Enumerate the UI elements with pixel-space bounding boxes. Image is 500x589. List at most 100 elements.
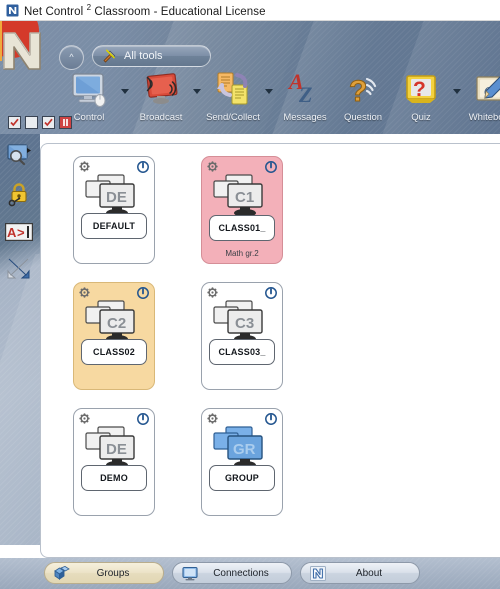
app-logo [0,21,54,79]
power-icon[interactable] [265,287,277,299]
gear-icon[interactable] [79,161,90,172]
ribbon-banner: ^ All tools Control Broadcast Send/Colle… [0,21,500,134]
ribbon-button-question[interactable]: ? Question [334,69,392,133]
group-name: CLASS02 [93,347,135,357]
ribbon-button-group: Control Broadcast Send/Collect A Z Messa… [60,69,500,133]
ribbon-dropdown-control[interactable] [118,69,132,133]
ribbon-button-quiz[interactable]: ? Quiz [392,69,450,133]
ribbon-label-question: Question [343,112,383,123]
title-suffix: Classroom - Educational License [91,5,266,18]
tab-connections[interactable]: Connections [172,562,292,584]
tab-about[interactable]: About [300,562,420,584]
group-badge: C1 [235,189,254,206]
app-n-icon [310,565,326,581]
bottom-tab-group: Groups Connections About [44,562,420,584]
net-control-window: Net Control 2 Classroom - Educational Li… [0,0,500,589]
a-prompt-icon: A > [5,223,33,241]
power-icon[interactable] [137,161,149,173]
svg-text:A: A [7,225,17,240]
ribbon-label-quiz: Quiz [411,112,431,123]
gear-icon[interactable] [79,287,90,298]
groups-cubes-icon [54,565,70,581]
send-collect-icon [210,69,256,111]
group-name-box: GROUP [209,465,275,491]
all-tools-button[interactable]: All tools [92,45,211,67]
checkbox-checked-icon[interactable] [8,116,21,129]
rail-item-command[interactable]: A > [5,218,33,246]
ribbon-button-broadcast[interactable]: Broadcast [132,69,190,133]
group-card-class02[interactable]: C2 CLASS02 [73,282,155,390]
ribbon-button-whiteboard[interactable]: a Whiteboard [464,69,500,133]
power-icon[interactable] [265,161,277,173]
tab-label-groups: Groups [96,567,130,579]
ribbon-button-send-collect[interactable]: Send/Collect [204,69,262,133]
ribbon-label-whiteboard: Whiteboard [468,112,500,123]
group-name-box: CLASS03_ [209,339,275,365]
group-name-box: DEFAULT [81,213,147,239]
group-monitors-icon: C2 [82,300,146,344]
svg-text:Z: Z [298,82,312,107]
ribbon-dropdown-quiz[interactable] [450,69,464,133]
groups-panel: DE DEFAULT C1 CLASS01_ Math gr.2 C2 CLAS… [40,143,500,558]
ribbon-dropdown-broadcast[interactable] [190,69,204,133]
power-icon[interactable] [265,413,277,425]
az-messages-icon: A Z [285,69,325,111]
rail-item-connections[interactable] [5,254,33,282]
monitor-magnifier-icon [6,144,32,168]
collapse-caret-icon: ^ [69,52,74,62]
svg-text:>: > [17,225,25,240]
broadcast-screen-icon [139,69,183,111]
checkbox-checked-icon[interactable] [42,116,55,129]
group-badge: C3 [235,315,254,332]
svg-text:?: ? [349,75,367,108]
rail-item-view[interactable] [5,142,33,170]
group-name: DEMO [100,473,128,483]
checkbox-red-icon[interactable] [59,116,72,129]
group-card-demo[interactable]: DE DEMO [73,408,155,516]
ribbon-label-control: Control [73,112,105,123]
ribbon-dropdown-send-collect[interactable] [262,69,276,133]
rail-item-lock[interactable] [5,180,33,208]
ribbon-label-broadcast: Broadcast [139,112,183,123]
svg-text:?: ? [413,78,426,101]
group-card-group[interactable]: GR GROUP [201,408,283,516]
left-tool-rail: A > [0,134,40,545]
groups-panel-body: DE DEFAULT C1 CLASS01_ Math gr.2 C2 CLAS… [41,144,500,557]
group-monitors-icon: DE [82,174,146,218]
tab-groups[interactable]: Groups [44,562,164,584]
title-bar: Net Control 2 Classroom - Educational Li… [0,0,500,21]
tools-hammer-icon [102,49,117,63]
app-n-icon [6,4,19,17]
group-monitors-icon: C3 [210,300,274,344]
group-card-default[interactable]: DE DEFAULT [73,156,155,264]
group-card-class03[interactable]: C3 CLASS03_ [201,282,283,390]
group-card-class01[interactable]: C1 CLASS01_ Math gr.2 [201,156,283,264]
collapse-ribbon-button[interactable]: ^ [59,45,84,70]
gear-icon[interactable] [79,413,90,424]
group-card-grid: DE DEFAULT C1 CLASS01_ Math gr.2 C2 CLAS… [73,156,311,516]
question-mark-icon: ? [342,69,384,111]
group-name: CLASS03_ [218,347,266,357]
power-icon[interactable] [137,413,149,425]
ribbon-label-messages: Messages [283,112,327,123]
power-icon[interactable] [137,287,149,299]
group-subtitle: Math gr.2 [225,249,259,258]
all-tools-label: All tools [124,50,163,62]
checkbox-empty-icon[interactable] [25,116,38,129]
quiz-icon: ? [400,69,442,111]
whiteboard-pencil-icon: a [471,69,500,111]
chevron-down-icon [193,89,201,94]
group-badge: GR [233,441,256,458]
gear-icon[interactable] [207,413,218,424]
ribbon-button-messages[interactable]: A Z Messages [276,69,334,133]
gear-icon[interactable] [207,161,218,172]
group-monitors-icon: GR [210,426,274,470]
group-monitors-icon: DE [82,426,146,470]
tab-label-connections: Connections [213,567,269,579]
group-name: GROUP [224,473,259,483]
tab-label-about: About [355,567,383,579]
monitor-icon [182,566,198,581]
group-name: CLASS01_ [218,223,266,233]
title-prefix: Net Control [24,5,87,18]
gear-icon[interactable] [207,287,218,298]
